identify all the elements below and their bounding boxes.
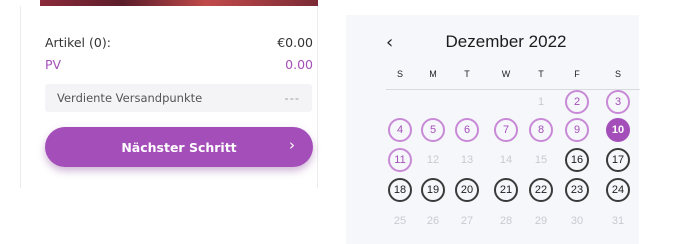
items-total: €0.00 (277, 34, 313, 50)
weekday-header: SMTWTFS (384, 69, 640, 83)
calendar-day: 25 (393, 215, 407, 227)
calendar-day[interactable]: 3 (606, 90, 630, 114)
shipping-points-label: Verdiente Versandpunkte (57, 91, 203, 105)
weekday-label: W (501, 69, 511, 79)
calendar-day: 30 (570, 215, 584, 227)
chevron-right-icon: › (289, 136, 295, 154)
calendar-day[interactable]: 5 (421, 118, 445, 142)
calendar-day[interactable]: 21 (494, 178, 518, 202)
pv-label: PV (45, 56, 62, 72)
calendar-day[interactable]: 22 (529, 178, 553, 202)
date-picker-calendar: ‹ Dezember 2022 SMTWTFS 1 2 3 4 5 6 7 8 9 10 11 12 1… (346, 15, 640, 244)
next-step-button[interactable]: Nächster Schritt › (45, 127, 313, 167)
calendar-day[interactable]: 18 (388, 178, 412, 202)
next-step-label: Nächster Schritt (121, 139, 237, 155)
calendar-day: 31 (611, 215, 625, 227)
cart-summary-card: Artikel (0): €0.00 PV 0.00 Verdiente Ver… (20, 6, 318, 188)
pv-value: 0.00 (285, 56, 313, 72)
calendar-day[interactable]: 8 (529, 118, 553, 142)
calendar-day: 29 (534, 215, 548, 227)
month-title: Dezember 2022 (445, 32, 567, 51)
calendar-day[interactable]: 7 (494, 118, 518, 142)
weekday-label: F (574, 69, 580, 79)
weekday-divider (386, 89, 640, 90)
pv-row: PV 0.00 (45, 55, 313, 73)
calendar-day[interactable]: 10 (606, 118, 630, 142)
calendar-day: 1 (537, 96, 545, 108)
weekday-label: M (429, 69, 437, 79)
weekday-label: T (464, 69, 470, 79)
calendar-day: 15 (534, 154, 548, 166)
calendar-day: 28 (499, 215, 513, 227)
chevron-left-icon[interactable]: ‹ (386, 32, 393, 53)
calendar-day[interactable]: 17 (606, 148, 630, 172)
weekday-label: S (614, 69, 621, 79)
calendar-day: 12 (426, 154, 440, 166)
calendar-day: 13 (460, 154, 474, 166)
calendar-day: 27 (460, 215, 474, 227)
weekday-label: S (396, 69, 403, 79)
calendar-day[interactable]: 6 (455, 118, 479, 142)
shipping-points-value: --- (284, 91, 300, 105)
calendar-day[interactable]: 9 (565, 118, 589, 142)
calendar-day[interactable]: 24 (606, 178, 630, 202)
items-label: Artikel (0): (45, 34, 111, 50)
calendar-day[interactable]: 2 (565, 90, 589, 114)
weekday-label: T (538, 69, 544, 79)
calendar-day[interactable]: 20 (455, 178, 479, 202)
calendar-day: 14 (499, 154, 513, 166)
shipping-points-box: Verdiente Versandpunkte --- (45, 84, 312, 112)
calendar-day: 26 (426, 215, 440, 227)
calendar-day[interactable]: 11 (388, 148, 412, 172)
calendar-day[interactable]: 23 (565, 178, 589, 202)
calendar-day[interactable]: 19 (421, 178, 445, 202)
cart-panel: Artikel (0): €0.00 PV 0.00 Verdiente Ver… (0, 0, 336, 244)
calendar-day[interactable]: 4 (388, 118, 412, 142)
calendar-day[interactable]: 16 (565, 148, 589, 172)
items-row: Artikel (0): €0.00 (45, 33, 313, 51)
